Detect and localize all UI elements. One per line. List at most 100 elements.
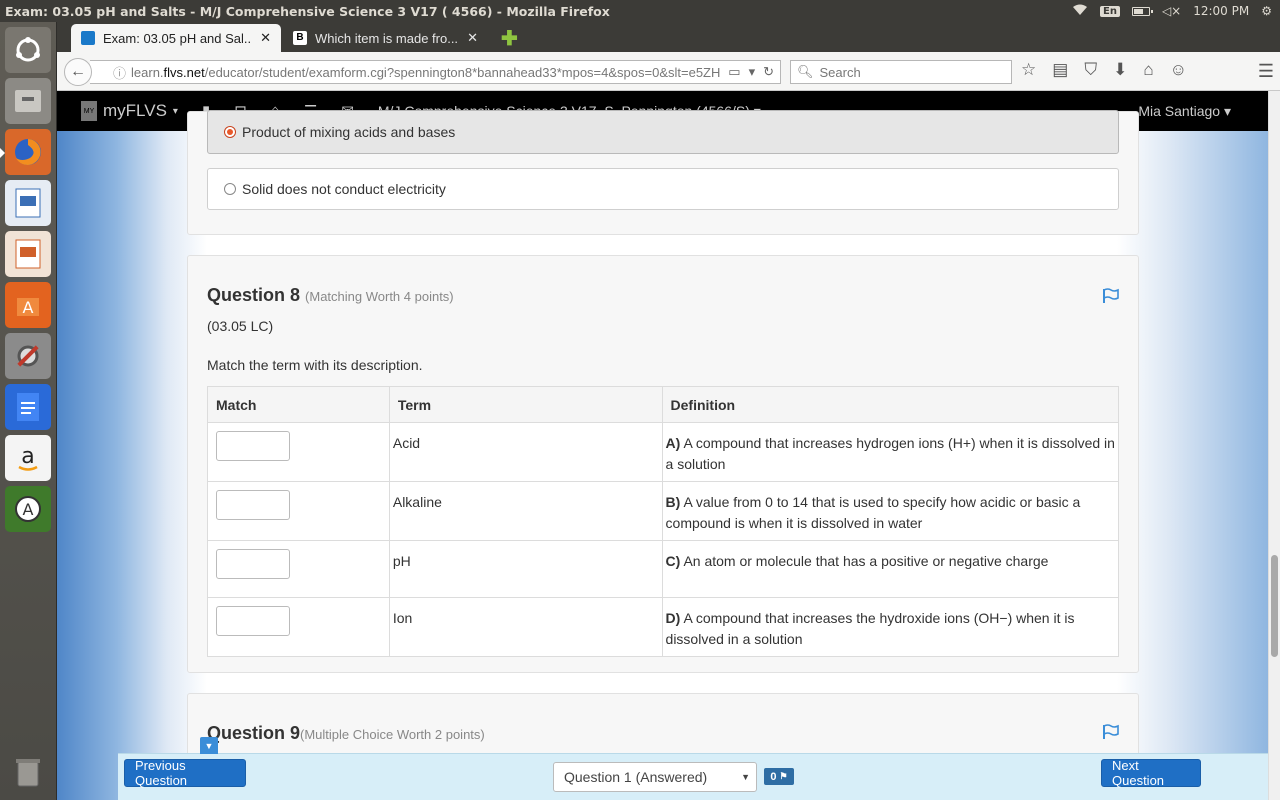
hamburger-menu-icon[interactable]: ☰ xyxy=(1258,61,1274,82)
match-input-ph[interactable] xyxy=(216,549,290,579)
flag-question-icon[interactable] xyxy=(1102,724,1120,740)
table-row: Acid A) A compound that increases hydrog… xyxy=(207,422,1120,482)
flag-question-icon[interactable] xyxy=(1102,288,1120,304)
term-cell: Ion xyxy=(388,597,663,657)
ubuntu-dash-icon[interactable] xyxy=(5,27,51,73)
question-worth: (Multiple Choice Worth 2 points) xyxy=(300,727,485,742)
search-bar[interactable]: 🔍︎ Search xyxy=(790,60,1012,84)
table-row: Alkaline B) A value from 0 to 14 that is… xyxy=(207,481,1120,541)
svg-text:A: A xyxy=(23,298,34,317)
table-row: Ion D) A compound that increases the hyd… xyxy=(207,597,1120,657)
page-viewport: MY myFLVS ▾ ▮ ⊡ ⌂ ☰ ✉ M/J Comprehensive … xyxy=(57,91,1268,800)
chevron-down-icon: ▾ xyxy=(172,105,178,117)
battery-icon[interactable] xyxy=(1131,6,1153,16)
url-bar[interactable]: ⓘ learn.flvs.net/educator/student/examfo… xyxy=(90,60,781,84)
flag-icon: ⚑ xyxy=(779,771,788,781)
impress-icon[interactable] xyxy=(5,231,51,277)
software-center-icon[interactable]: A xyxy=(5,282,51,328)
question-heading: Question 9(Multiple Choice Worth 2 point… xyxy=(207,723,485,743)
scrollbar-thumb[interactable] xyxy=(1271,555,1278,657)
term-cell: Alkaline xyxy=(388,481,663,541)
next-question-button[interactable]: Next Question xyxy=(1101,758,1201,788)
search-placeholder: Search xyxy=(819,64,861,80)
match-input-acid[interactable] xyxy=(216,431,290,461)
bookmark-star-icon[interactable]: ☆ xyxy=(1021,60,1036,80)
column-header-term: Term xyxy=(388,386,663,423)
new-tab-icon[interactable]: ✚ xyxy=(501,26,518,51)
files-icon[interactable] xyxy=(5,78,51,124)
radio-button-checked[interactable] xyxy=(224,126,236,138)
search-icon: 🔍︎ xyxy=(797,64,814,79)
system-top-panel: Exam: 03.05 pH and Salts - M/J Comprehen… xyxy=(0,0,1280,22)
dropdown-chevron-icon[interactable]: ▾ xyxy=(749,64,756,80)
firefox-icon[interactable] xyxy=(0,129,51,175)
collapse-bar-chevron-icon[interactable]: ▼ xyxy=(200,737,218,754)
match-input-alkaline[interactable] xyxy=(216,490,290,520)
myflvs-logo[interactable]: MY myFLVS ▾ xyxy=(81,101,178,121)
svg-text:a: a xyxy=(21,444,34,469)
window-title: Exam: 03.05 pH and Salts - M/J Comprehen… xyxy=(5,3,610,19)
bookmarks-list-icon[interactable]: ▤ xyxy=(1052,60,1068,80)
keyboard-layout-indicator[interactable]: En xyxy=(1099,5,1120,17)
close-tab-icon[interactable]: ✕ xyxy=(467,30,478,46)
wifi-icon[interactable] xyxy=(1072,4,1088,19)
brainly-favicon-icon: B xyxy=(293,31,307,45)
question-select[interactable]: Question 1 (Answered) ▼ xyxy=(553,762,757,792)
table-row: pH C) An atom or molecule that has a pos… xyxy=(207,540,1120,598)
pocket-icon[interactable]: ⛉ xyxy=(1084,60,1097,80)
answer-option-selected[interactable]: Product of mixing acids and bases xyxy=(207,110,1119,154)
updater-icon[interactable]: A xyxy=(5,486,51,532)
tab-brainly[interactable]: B Which item is made fro... ✕ xyxy=(283,24,488,52)
question-heading: Question 8 (Matching Worth 4 points) xyxy=(207,285,454,305)
url-text[interactable]: learn.flvs.net/educator/student/examform… xyxy=(131,65,723,80)
volume-muted-icon[interactable]: ◁× xyxy=(1162,4,1181,18)
tab-title: Exam: 03.05 pH and Sal... xyxy=(103,30,253,46)
amazon-icon[interactable]: a xyxy=(5,435,51,481)
site-info-icon[interactable]: ⓘ xyxy=(113,63,126,82)
settings-icon[interactable] xyxy=(5,333,51,379)
download-icon[interactable]: ⬇ xyxy=(1113,60,1127,80)
match-input-ion[interactable] xyxy=(216,606,290,636)
system-gear-icon[interactable]: ⚙ xyxy=(1261,4,1272,18)
clock[interactable]: 12:00 PM xyxy=(1193,4,1249,18)
chat-icon[interactable]: ☺ xyxy=(1170,60,1187,80)
question-7-card: Product of mixing acids and bases Solid … xyxy=(187,110,1139,235)
home-icon[interactable]: ⌂ xyxy=(1143,60,1153,80)
svg-text:A: A xyxy=(23,500,34,519)
page-scrollbar[interactable] xyxy=(1268,91,1280,800)
user-menu[interactable]: Mia Santiago ▾ xyxy=(1138,103,1231,120)
trash-icon[interactable] xyxy=(5,749,51,795)
system-tray: En ◁× 12:00 PM ⚙ xyxy=(1072,4,1280,19)
column-header-match: Match xyxy=(207,386,390,423)
reload-icon[interactable]: ↻ xyxy=(763,64,774,80)
definition-cell: D) A compound that increases the hydroxi… xyxy=(661,597,1120,657)
table-header-row: Match Term Definition xyxy=(207,386,1120,423)
definition-cell: B) A value from 0 to 14 that is used to … xyxy=(661,481,1120,541)
back-button[interactable]: ← xyxy=(64,58,92,86)
answer-option[interactable]: Solid does not conduct electricity xyxy=(207,168,1119,210)
tab-exam[interactable]: Exam: 03.05 pH and Sal... ✕ xyxy=(71,24,281,52)
browser-nav-bar: ⓘ learn.flvs.net/educator/student/examfo… xyxy=(57,52,1280,91)
question-code: (03.05 LC) xyxy=(207,318,274,334)
writer-icon[interactable] xyxy=(5,180,51,226)
flagged-count-badge[interactable]: 0 ⚑ xyxy=(764,768,794,785)
definition-cell: C) An atom or molecule that has a positi… xyxy=(661,540,1120,598)
reader-view-icon[interactable]: ▭ xyxy=(728,64,740,80)
toolbar-icons: ☆ ▤ ⛉ ⬇ ⌂ ☺ xyxy=(1021,60,1187,80)
close-tab-icon[interactable]: ✕ xyxy=(260,30,271,46)
radio-button[interactable] xyxy=(224,183,236,195)
matching-table: Match Term Definition Acid A) A compound… xyxy=(207,386,1120,657)
tab-title: Which item is made fro... xyxy=(315,30,459,46)
previous-question-button[interactable]: Previous Question xyxy=(124,758,246,788)
column-header-definition: Definition xyxy=(661,386,1120,423)
question-prompt: Match the term with its description. xyxy=(207,357,423,373)
term-cell: pH xyxy=(388,540,663,598)
back-arrow-icon: ← xyxy=(70,63,86,80)
term-cell: Acid xyxy=(388,422,663,482)
docs-icon[interactable] xyxy=(5,384,51,430)
question-8-card: Question 8 (Matching Worth 4 points) (03… xyxy=(187,255,1139,673)
select-caret-icon: ▼ xyxy=(741,772,750,782)
flvs-mark-icon: MY xyxy=(81,101,97,121)
browser-tab-bar: Exam: 03.05 pH and Sal... ✕ B Which item… xyxy=(57,22,1280,52)
unity-launcher: A a A xyxy=(0,22,57,800)
